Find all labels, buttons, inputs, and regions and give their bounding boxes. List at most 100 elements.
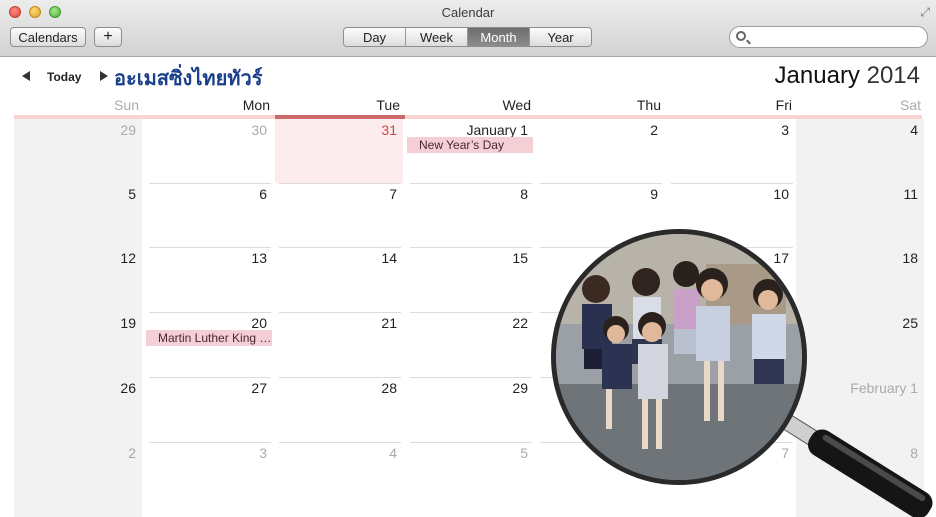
view-tab-week[interactable]: Week <box>406 28 468 46</box>
row-divider <box>410 377 532 378</box>
day-cell[interactable]: 5 <box>14 183 142 247</box>
row-divider <box>410 442 532 443</box>
day-number: 20 <box>251 315 267 331</box>
day-cell[interactable]: 3 <box>667 119 795 183</box>
day-cell[interactable]: 31 <box>275 119 403 183</box>
day-cell[interactable]: 28 <box>275 377 403 441</box>
day-number: 19 <box>120 315 136 331</box>
day-number: 12 <box>120 250 136 266</box>
row-divider <box>540 183 662 184</box>
day-cell[interactable]: 8 <box>406 183 534 247</box>
row-divider <box>279 312 401 313</box>
day-cell[interactable]: 13 <box>145 247 273 311</box>
day-cell[interactable]: 25 <box>796 312 924 376</box>
day-number: February 1 <box>850 380 918 396</box>
weekday-header-sun: Sun <box>114 97 139 113</box>
calendar-event[interactable]: Martin Luther King Jr. Day <box>146 330 272 346</box>
day-cell[interactable]: 26 <box>14 377 142 441</box>
row-divider <box>410 247 532 248</box>
day-number: 21 <box>381 315 397 331</box>
view-tab-year[interactable]: Year <box>530 28 591 46</box>
day-number: 9 <box>650 186 658 202</box>
day-cell[interactable]: 5 <box>406 442 534 506</box>
day-cell[interactable]: 29 <box>14 119 142 183</box>
day-cell[interactable]: 2 <box>14 442 142 506</box>
row-divider <box>279 247 401 248</box>
month-label: January <box>774 62 860 89</box>
row-divider <box>149 183 271 184</box>
previous-month-button[interactable] <box>22 71 30 81</box>
day-cell[interactable]: 27 <box>145 377 273 441</box>
month-navigation: Today อะเมสซิ่งไทยทัวร์ January 2014 <box>0 57 936 97</box>
day-cell[interactable]: 30 <box>145 119 273 183</box>
day-number: 29 <box>120 122 136 138</box>
next-month-button[interactable] <box>100 71 108 81</box>
title-bar: Calendar ⤢ Calendars + Day Week Month Year <box>0 0 936 57</box>
day-number: 17 <box>773 250 789 266</box>
row-divider <box>279 183 401 184</box>
day-cell[interactable]: 11 <box>796 183 924 247</box>
day-number: 7 <box>781 445 789 461</box>
row-divider <box>149 312 271 313</box>
day-cell[interactable]: 19 <box>14 312 142 376</box>
day-number: 13 <box>251 250 267 266</box>
day-cell[interactable]: 6 <box>145 183 273 247</box>
day-number: 29 <box>512 380 528 396</box>
row-divider <box>149 247 271 248</box>
row-divider <box>671 183 793 184</box>
day-number: 8 <box>910 445 918 461</box>
row-divider <box>410 183 532 184</box>
calendar-name-label: อะเมสซิ่งไทยทัวร์ <box>114 68 263 90</box>
day-cell[interactable]: 7 <box>275 183 403 247</box>
day-cell[interactable]: 29 <box>406 377 534 441</box>
window-title: Calendar <box>441 5 495 20</box>
day-number: 31 <box>381 122 397 138</box>
calendars-button[interactable]: Calendars <box>10 27 86 47</box>
day-cell[interactable]: 14 <box>275 247 403 311</box>
weekday-header-tue: Tue <box>376 97 400 113</box>
day-number: 2 <box>128 445 136 461</box>
day-cell[interactable]: 18 <box>796 247 924 311</box>
day-number: 5 <box>520 445 528 461</box>
search-field[interactable] <box>729 26 928 48</box>
day-number: 25 <box>902 315 918 331</box>
row-divider <box>149 377 271 378</box>
day-number: 2 <box>650 122 658 138</box>
day-number: 27 <box>251 380 267 396</box>
month-year-title: January 2014 <box>775 62 920 90</box>
weekday-header-wed: Wed <box>502 97 531 113</box>
day-cell[interactable]: 15 <box>406 247 534 311</box>
calendar-event[interactable]: New Year’s Day <box>407 137 533 153</box>
day-number: 30 <box>251 122 267 138</box>
day-cell[interactable]: 4 <box>275 442 403 506</box>
search-icon <box>736 31 746 41</box>
day-number: 8 <box>520 186 528 202</box>
row-divider <box>279 377 401 378</box>
day-number: 18 <box>902 250 918 266</box>
day-number: 5 <box>128 186 136 202</box>
view-switcher: Day Week Month Year <box>343 27 592 47</box>
weekday-header-fri: Fri <box>775 97 792 113</box>
day-cell[interactable]: 2 <box>536 119 664 183</box>
day-cell[interactable]: 22 <box>406 312 534 376</box>
row-divider <box>410 312 532 313</box>
day-number: 6 <box>259 186 267 202</box>
day-cell[interactable]: 4 <box>796 119 924 183</box>
view-tab-day[interactable]: Day <box>344 28 406 46</box>
add-event-button[interactable]: + <box>94 27 122 47</box>
day-number: 28 <box>381 380 397 396</box>
today-button[interactable]: Today <box>47 70 81 84</box>
day-number: 3 <box>259 445 267 461</box>
children-photo <box>556 234 802 480</box>
day-number: 3 <box>781 122 789 138</box>
day-cell[interactable]: 21 <box>275 312 403 376</box>
row-divider <box>149 442 271 443</box>
day-number: 4 <box>910 122 918 138</box>
day-number: 15 <box>512 250 528 266</box>
magnifier-lens <box>551 229 807 485</box>
day-cell[interactable]: 12 <box>14 247 142 311</box>
fullscreen-icon[interactable]: ⤢ <box>920 5 930 20</box>
day-cell[interactable]: 3 <box>145 442 273 506</box>
view-tab-month[interactable]: Month <box>468 28 530 46</box>
day-number: 4 <box>389 445 397 461</box>
